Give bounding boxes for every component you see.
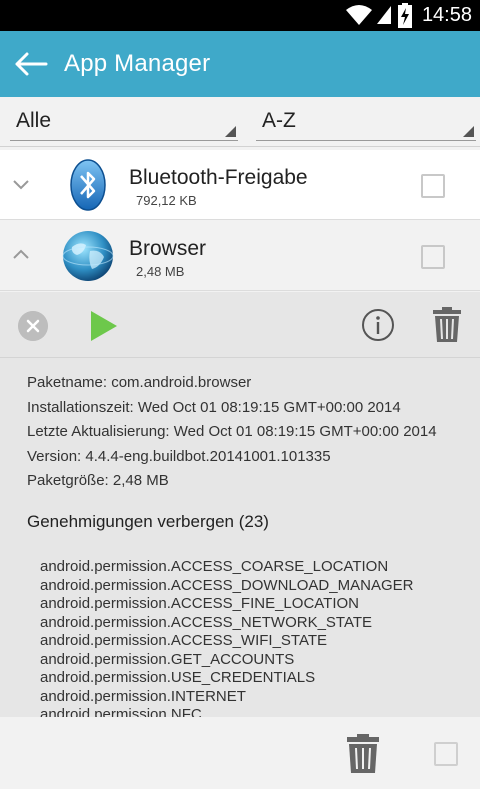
list-item: android.permission.ACCESS_DOWNLOAD_MANAG… <box>40 576 414 594</box>
dropdown-arrow-icon <box>225 126 236 137</box>
play-icon[interactable] <box>89 309 119 343</box>
status-bar: 14:58 <box>0 0 480 31</box>
app-checkbox[interactable] <box>421 245 445 269</box>
globe-icon <box>62 231 114 281</box>
package-size: Paketgröße: 2,48 MB <box>27 472 169 489</box>
trash-icon[interactable] <box>346 734 380 774</box>
bluetooth-icon <box>70 159 106 211</box>
app-name: Bluetooth-Freigabe <box>129 166 308 189</box>
app-metadata: Paketname: com.android.browser Installat… <box>27 371 437 494</box>
battery-charging-icon <box>398 3 412 28</box>
bottom-action-bar <box>0 717 480 789</box>
page-title: App Manager <box>64 50 211 77</box>
app-name: Browser <box>129 237 207 260</box>
app-size: 2,48 MB <box>136 264 185 279</box>
info-icon[interactable] <box>361 308 395 342</box>
stop-icon[interactable] <box>18 311 48 341</box>
select-all-checkbox[interactable] <box>434 742 458 766</box>
app-size: 792,12 KB <box>136 193 197 208</box>
app-row-browser[interactable]: Browser 2,48 MB <box>0 221 480 291</box>
app-checkbox[interactable] <box>421 174 445 198</box>
wifi-icon <box>346 5 372 25</box>
list-item: android.permission.NFC <box>40 706 202 717</box>
back-arrow-icon[interactable] <box>14 49 48 79</box>
list-item: android.permission.ACCESS_COARSE_LOCATIO… <box>40 558 389 575</box>
app-bar: App Manager <box>0 31 480 97</box>
dropdown-arrow-icon <box>463 126 474 137</box>
list-item: android.permission.INTERNET <box>40 687 246 705</box>
sort-dropdown[interactable]: A-Z <box>256 105 476 141</box>
version: Version: 4.4.4-eng.buildbot.20141001.101… <box>27 447 331 465</box>
list-item: android.permission.ACCESS_NETWORK_STATE <box>40 613 373 631</box>
category-dropdown-value: Alle <box>16 109 52 132</box>
detail-actions <box>0 292 480 358</box>
permissions-toggle[interactable]: Genehmigungen verbergen (23) <box>27 512 269 532</box>
category-dropdown[interactable]: Alle <box>10 105 238 141</box>
permissions-list: android.permission.ACCESS_COARSE_LOCATIO… <box>40 558 413 717</box>
app-row-bluetooth[interactable]: Bluetooth-Freigabe 792,12 KB <box>0 150 480 220</box>
package-name: Paketname: com.android.browser <box>27 374 252 391</box>
last-update: Letzte Aktualisierung: Wed Oct 01 08:19:… <box>27 423 437 440</box>
chevron-down-icon[interactable] <box>12 177 30 191</box>
signal-icon <box>377 6 391 24</box>
list-item: android.permission.GET_ACCOUNTS <box>40 650 295 668</box>
list-item: android.permission.ACCESS_WIFI_STATE <box>40 632 328 649</box>
chevron-up-icon[interactable] <box>12 248 30 262</box>
trash-icon[interactable] <box>432 307 462 343</box>
filter-bar: Alle A-Z <box>0 97 480 147</box>
app-detail-panel: Paketname: com.android.browser Installat… <box>0 292 480 717</box>
list-item: android.permission.ACCESS_FINE_LOCATION <box>40 595 359 612</box>
list-item: android.permission.USE_CREDENTIALS <box>40 669 316 686</box>
clock: 14:58 <box>421 4 472 26</box>
install-time: Installationszeit: Wed Oct 01 08:19:15 G… <box>27 398 401 416</box>
sort-dropdown-value: A-Z <box>262 109 296 132</box>
